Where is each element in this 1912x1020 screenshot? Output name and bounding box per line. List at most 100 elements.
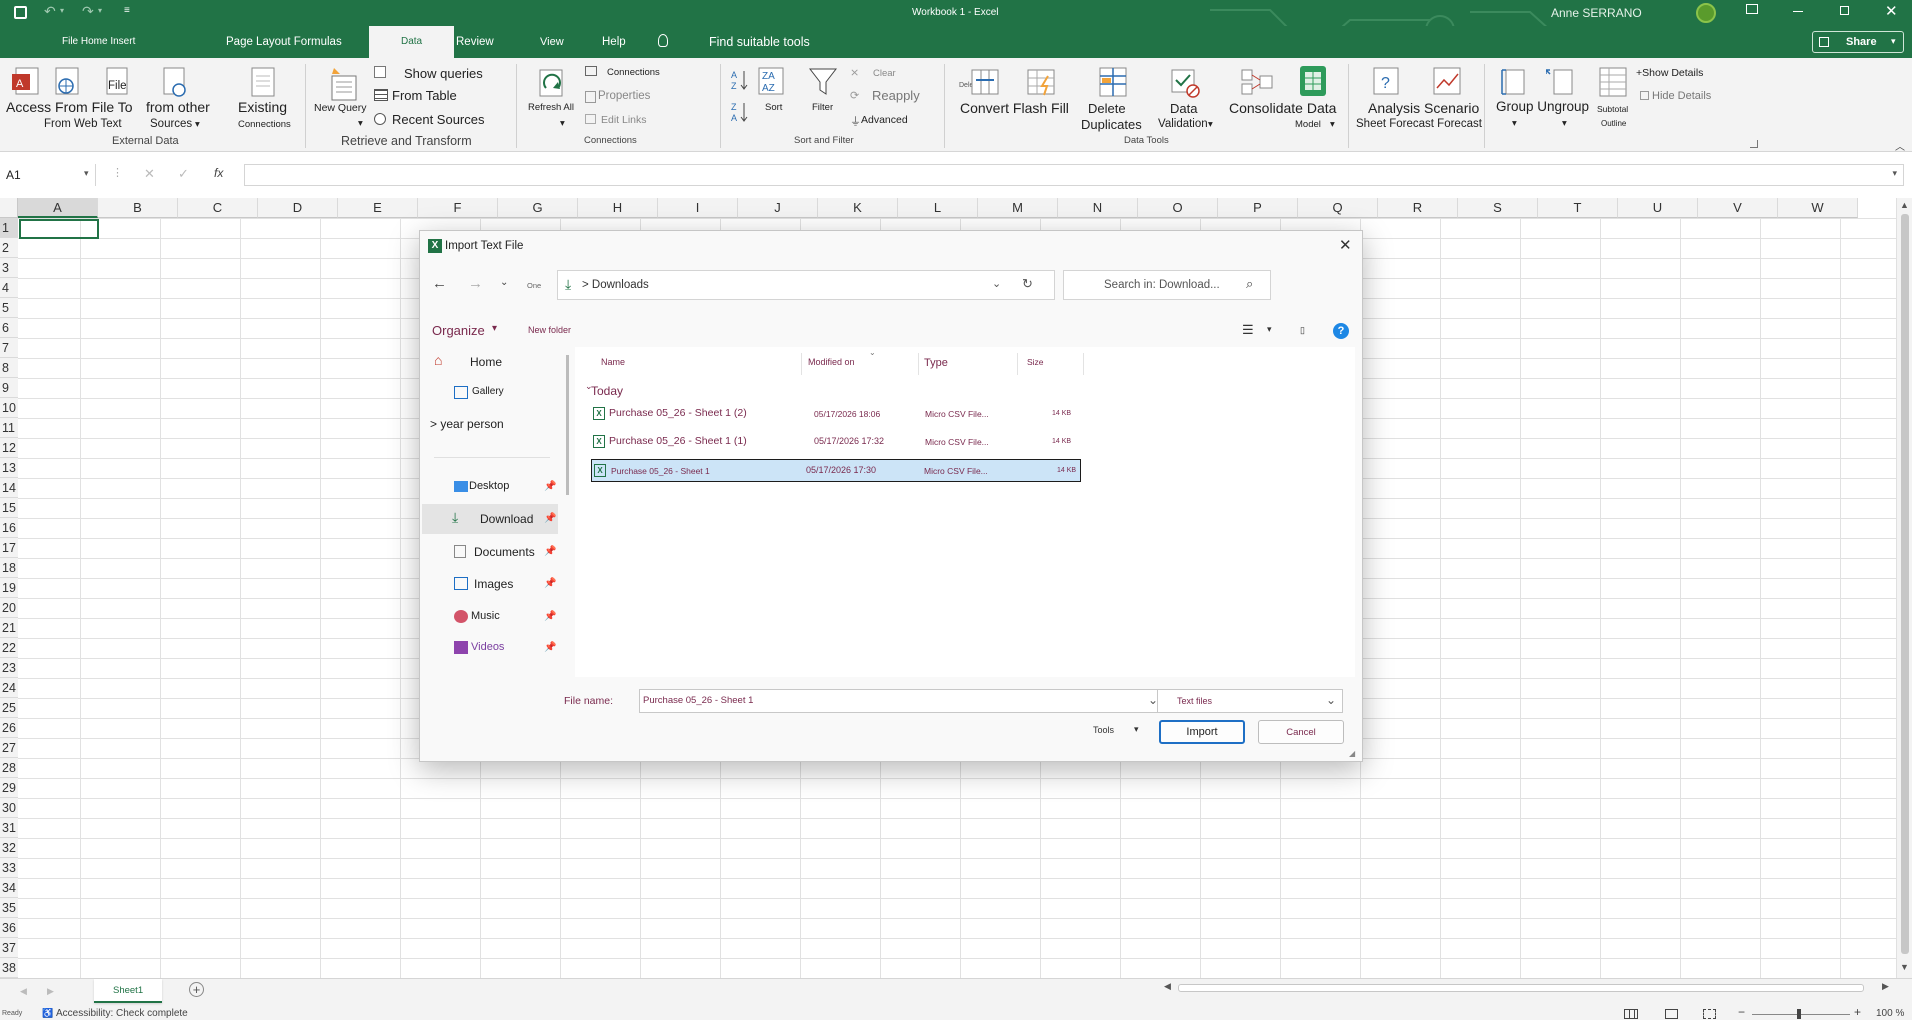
ribbon-display-options-icon[interactable] xyxy=(1746,4,1758,14)
vertical-scroll-thumb[interactable] xyxy=(1901,214,1909,954)
recent-sources-button[interactable]: Recent Sources xyxy=(392,112,485,127)
column-header-modified[interactable]: Modified on xyxy=(808,357,855,367)
minimize-icon[interactable] xyxy=(1793,11,1803,12)
row-header[interactable]: 25 xyxy=(0,698,18,718)
recent-locations-icon[interactable]: ⌄ xyxy=(500,277,508,288)
row-header[interactable]: 16 xyxy=(0,518,18,538)
advanced-button[interactable]: Advanced xyxy=(861,114,908,126)
page-layout-view-icon[interactable] xyxy=(1665,1009,1678,1019)
row-header[interactable]: 1 xyxy=(0,218,18,238)
row-header[interactable]: 17 xyxy=(0,538,18,558)
pin-icon[interactable]: 📌 xyxy=(544,642,556,653)
reapply-button[interactable]: Reapply xyxy=(872,88,920,103)
sort-descending-icon[interactable]: ZA xyxy=(730,100,750,124)
redo-icon[interactable]: ↷ xyxy=(82,3,94,20)
zoom-in-icon[interactable]: + xyxy=(1854,1005,1861,1019)
row-header[interactable]: 31 xyxy=(0,818,18,838)
forecast-sheet-icon[interactable] xyxy=(1432,66,1464,98)
row-header[interactable]: 27 xyxy=(0,738,18,758)
normal-view-icon[interactable] xyxy=(1624,1009,1638,1019)
row-header[interactable]: 22 xyxy=(0,638,18,658)
convert-flash-fill-label[interactable]: Convert Flash Fill xyxy=(960,100,1069,116)
access-database-icon[interactable]: A xyxy=(12,66,42,96)
existing-connections-icon[interactable] xyxy=(250,66,278,98)
cancel-entry-icon[interactable]: ✕ xyxy=(144,166,155,182)
pin-icon[interactable]: 📌 xyxy=(544,546,556,557)
tab-data[interactable]: Data xyxy=(369,26,455,58)
existing-label[interactable]: Existing xyxy=(238,99,287,115)
row-header[interactable]: 15 xyxy=(0,498,18,518)
filter-label[interactable]: Filter xyxy=(812,102,833,113)
show-queries-button[interactable]: Show queries xyxy=(404,66,483,81)
tab-file-home-insert[interactable]: File Home Insert xyxy=(62,26,135,58)
file-name-field[interactable]: Purchase 05_26 - Sheet 1 ⌄ xyxy=(639,689,1165,713)
refresh-all-label[interactable]: Refresh All xyxy=(528,102,574,113)
row-header[interactable]: 33 xyxy=(0,858,18,878)
row-header[interactable]: 36 xyxy=(0,918,18,938)
model-label[interactable]: Model xyxy=(1295,119,1321,130)
scroll-down-icon[interactable]: ▼ xyxy=(1900,962,1909,972)
flash-fill-icon[interactable] xyxy=(1026,66,1056,98)
filter-icon[interactable] xyxy=(808,66,838,98)
column-header[interactable]: M xyxy=(978,198,1058,218)
zoom-slider[interactable] xyxy=(1752,1014,1850,1015)
up-folder-label[interactable]: One xyxy=(527,281,541,290)
column-header[interactable]: D xyxy=(258,198,338,218)
access-from-file-to-label[interactable]: Access From File To xyxy=(6,99,133,115)
row-header[interactable]: 19 xyxy=(0,578,18,598)
zoom-level[interactable]: 100 % xyxy=(1876,1008,1904,1019)
chevron-down-icon[interactable]: ▾ xyxy=(98,6,102,15)
active-cell[interactable] xyxy=(19,219,99,239)
column-header[interactable]: J xyxy=(738,198,818,218)
scroll-up-icon[interactable]: ▲ xyxy=(1900,200,1909,210)
duplicates-label[interactable]: Duplicates xyxy=(1081,117,1142,132)
row-header[interactable]: 30 xyxy=(0,798,18,818)
row-header[interactable]: 34 xyxy=(0,878,18,898)
refresh-icon[interactable]: ↻ xyxy=(1022,276,1033,292)
row-header[interactable]: 26 xyxy=(0,718,18,738)
column-divider[interactable] xyxy=(1083,353,1084,375)
column-header-name[interactable]: Name xyxy=(601,357,625,367)
file-row[interactable]: X Purchase 05_26 - Sheet 1 (1) 05/17/202… xyxy=(591,431,1081,453)
chevron-down-icon[interactable]: ▾ xyxy=(84,168,89,179)
column-header[interactable]: L xyxy=(898,198,978,218)
file-type-select[interactable]: Text files ⌄ xyxy=(1157,689,1343,713)
row-header[interactable]: 24 xyxy=(0,678,18,698)
organize-button[interactable]: Organize xyxy=(432,323,485,338)
column-header[interactable]: S xyxy=(1458,198,1538,218)
horizontal-scroll-thumb[interactable] xyxy=(1178,984,1864,992)
vertical-scrollbar[interactable]: ▲ ▼ xyxy=(1896,198,1912,978)
column-divider[interactable] xyxy=(1017,353,1018,375)
accessibility-icon[interactable]: ♿ xyxy=(42,1008,53,1019)
column-header[interactable]: Q xyxy=(1298,198,1378,218)
column-header-type[interactable]: Type xyxy=(924,357,948,369)
close-icon[interactable]: ✕ xyxy=(1339,236,1352,254)
forward-icon[interactable]: → xyxy=(468,275,483,292)
row-header[interactable]: 28 xyxy=(0,758,18,778)
row-header[interactable]: 37 xyxy=(0,938,18,958)
group-header-today[interactable]: Today xyxy=(591,384,623,398)
nav-scroll-thumb[interactable] xyxy=(566,355,569,495)
nav-item-videos[interactable]: Videos 📌 xyxy=(420,633,560,663)
row-header[interactable]: 10 xyxy=(0,398,18,418)
new-query-icon[interactable] xyxy=(326,66,360,102)
column-header[interactable]: F xyxy=(418,198,498,218)
tab-view[interactable]: View xyxy=(540,26,564,58)
from-web-text-label[interactable]: From Web Text xyxy=(44,118,122,130)
sort-dialog-icon[interactable]: ZAAZ xyxy=(757,66,787,98)
horizontal-scrollbar[interactable]: ◀ ▶ xyxy=(1162,980,1896,996)
sheet-forecast-label[interactable]: Sheet Forecast Forecast xyxy=(1356,118,1482,130)
nav-item-desktop[interactable]: Desktop 📌 xyxy=(420,472,560,502)
formula-input[interactable]: ▾ xyxy=(244,164,1904,186)
chevron-down-icon[interactable]: ▾ xyxy=(1330,119,1335,130)
tell-me-search[interactable]: Find suitable tools xyxy=(709,26,810,58)
row-header[interactable]: 13 xyxy=(0,458,18,478)
clear-button[interactable]: Clear xyxy=(873,68,896,79)
show-details-button[interactable]: +Show Details xyxy=(1636,67,1703,79)
tab-page-layout-formulas[interactable]: Page Layout Formulas xyxy=(226,26,342,58)
connections-button[interactable]: Connections xyxy=(607,67,660,78)
hide-details-button[interactable]: Hide Details xyxy=(1652,90,1711,102)
page-break-view-icon[interactable] xyxy=(1703,1009,1716,1019)
column-header[interactable]: V xyxy=(1698,198,1778,218)
group-ungroup-label[interactable]: Group Ungroup xyxy=(1496,99,1589,114)
